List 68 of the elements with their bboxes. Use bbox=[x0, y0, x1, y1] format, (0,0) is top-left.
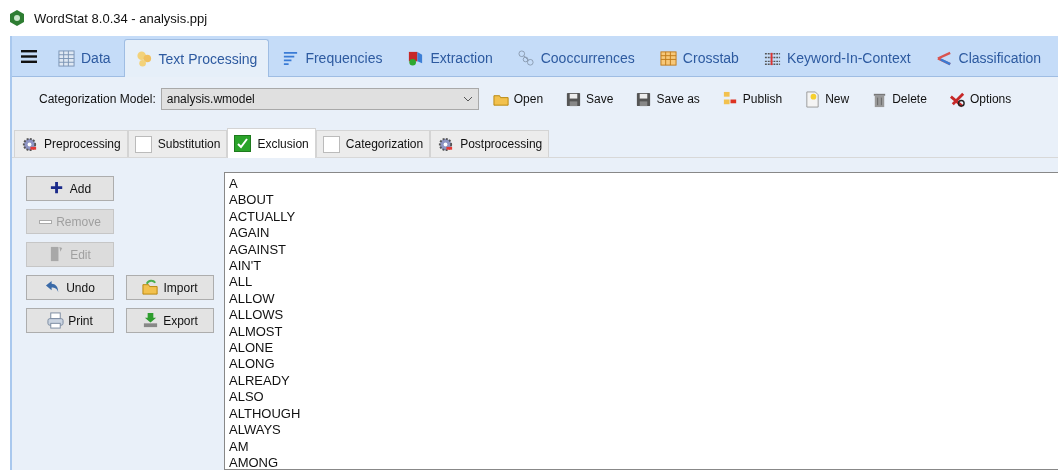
download-icon bbox=[142, 312, 160, 329]
list-item[interactable]: ALLOW bbox=[229, 290, 275, 308]
list-item[interactable]: ALLOWS bbox=[229, 307, 284, 324]
grid-icon bbox=[58, 49, 75, 67]
arrows-icon bbox=[935, 49, 953, 67]
toolbar-button[interactable]: Save as bbox=[631, 88, 704, 110]
toolbar-button[interactable]: Save bbox=[561, 88, 618, 110]
main-tab[interactable]: Keyword-In-Context bbox=[751, 39, 923, 76]
action-button[interactable]: Print bbox=[26, 308, 114, 333]
list-item[interactable]: A bbox=[229, 176, 238, 193]
sub-tab[interactable]: Preprocessing bbox=[14, 130, 128, 157]
gears-icon bbox=[135, 50, 153, 67]
gear-icon bbox=[21, 135, 38, 153]
main-tab[interactable]: Classification bbox=[923, 39, 1054, 76]
list-item[interactable]: ALONG bbox=[229, 356, 275, 373]
model-dropdown[interactable]: analysis.wmodel bbox=[160, 88, 479, 110]
list-item[interactable]: AIN'T bbox=[229, 258, 262, 275]
app-logo-icon bbox=[8, 9, 26, 27]
checkbox[interactable] bbox=[234, 135, 252, 152]
window-title: WordStat 8.0.34 - analysis.ppj bbox=[34, 10, 208, 26]
field-label: Categorization Model: bbox=[39, 92, 156, 106]
list-item[interactable]: ALL bbox=[229, 274, 253, 291]
action-button[interactable]: Import bbox=[126, 275, 214, 300]
sub-tab[interactable]: Exclusion bbox=[227, 128, 316, 158]
toolbar-button[interactable]: Open bbox=[488, 88, 548, 110]
list-item[interactable]: ALSO bbox=[229, 389, 264, 406]
table-icon bbox=[659, 49, 677, 67]
folder-icon bbox=[142, 279, 160, 296]
tools-icon bbox=[948, 90, 966, 108]
gear-icon bbox=[437, 135, 455, 153]
main-tab[interactable]: Cooccurrences bbox=[505, 39, 647, 76]
action-button[interactable]: Export bbox=[126, 308, 214, 333]
list-item[interactable]: ABOUT bbox=[229, 192, 274, 209]
main-tab[interactable]: Text Processing bbox=[123, 39, 270, 77]
list-item[interactable]: AGAIN bbox=[229, 225, 270, 242]
list-item[interactable]: ALMOST bbox=[229, 323, 283, 341]
minus-icon bbox=[39, 219, 53, 224]
main-tab[interactable]: Data bbox=[46, 39, 123, 76]
word-list[interactable]: A ABOUT ACTUALLY AGAIN AGAINST AIN'T ALL ALLOW ALLOWS ALMOST ALONE ALONG ALREADY ALSO ALTHOUGH ALWAYS AM AMONG bbox=[224, 172, 1058, 470]
main-tab[interactable]: Extraction bbox=[395, 39, 505, 76]
toolbar-button[interactable]: Delete bbox=[867, 88, 931, 110]
sub-tab[interactable]: Categorization bbox=[315, 130, 431, 157]
sub-tab[interactable]: Substitution bbox=[127, 130, 228, 157]
bars-icon bbox=[282, 49, 300, 67]
toolbar-button[interactable]: Options bbox=[944, 88, 1016, 110]
action-button[interactable]: Undo bbox=[26, 275, 114, 300]
main-tab[interactable]: Crosstab bbox=[647, 39, 751, 76]
action-button[interactable]: Add bbox=[26, 176, 114, 201]
toolbar-button[interactable]: New bbox=[800, 88, 854, 110]
list-item[interactable]: ALREADY bbox=[229, 372, 290, 390]
dropdown-caret-icon[interactable] bbox=[462, 96, 473, 102]
checkbox[interactable] bbox=[322, 135, 340, 153]
cube-icon bbox=[407, 49, 425, 67]
nodes-icon bbox=[517, 49, 535, 67]
sub-tab[interactable]: Postprocessing bbox=[430, 130, 550, 157]
checkbox[interactable] bbox=[134, 135, 152, 153]
menu-icon[interactable] bbox=[21, 49, 37, 63]
list-item[interactable]: AGAINST bbox=[229, 241, 287, 259]
list-item[interactable]: AMONG bbox=[229, 454, 279, 469]
list-item[interactable]: ACTUALLY bbox=[229, 208, 296, 226]
list-item[interactable]: ALTHOUGH bbox=[229, 405, 301, 423]
list-item[interactable]: AM bbox=[229, 438, 249, 455]
toolbar-button[interactable]: Publish bbox=[717, 88, 787, 110]
list-item[interactable]: ALONE bbox=[229, 340, 274, 357]
new-page-icon bbox=[804, 90, 822, 108]
main-tab[interactable]: Frequencies bbox=[270, 39, 395, 76]
printer-icon bbox=[47, 312, 65, 329]
list-item[interactable]: ALWAYS bbox=[229, 422, 281, 439]
